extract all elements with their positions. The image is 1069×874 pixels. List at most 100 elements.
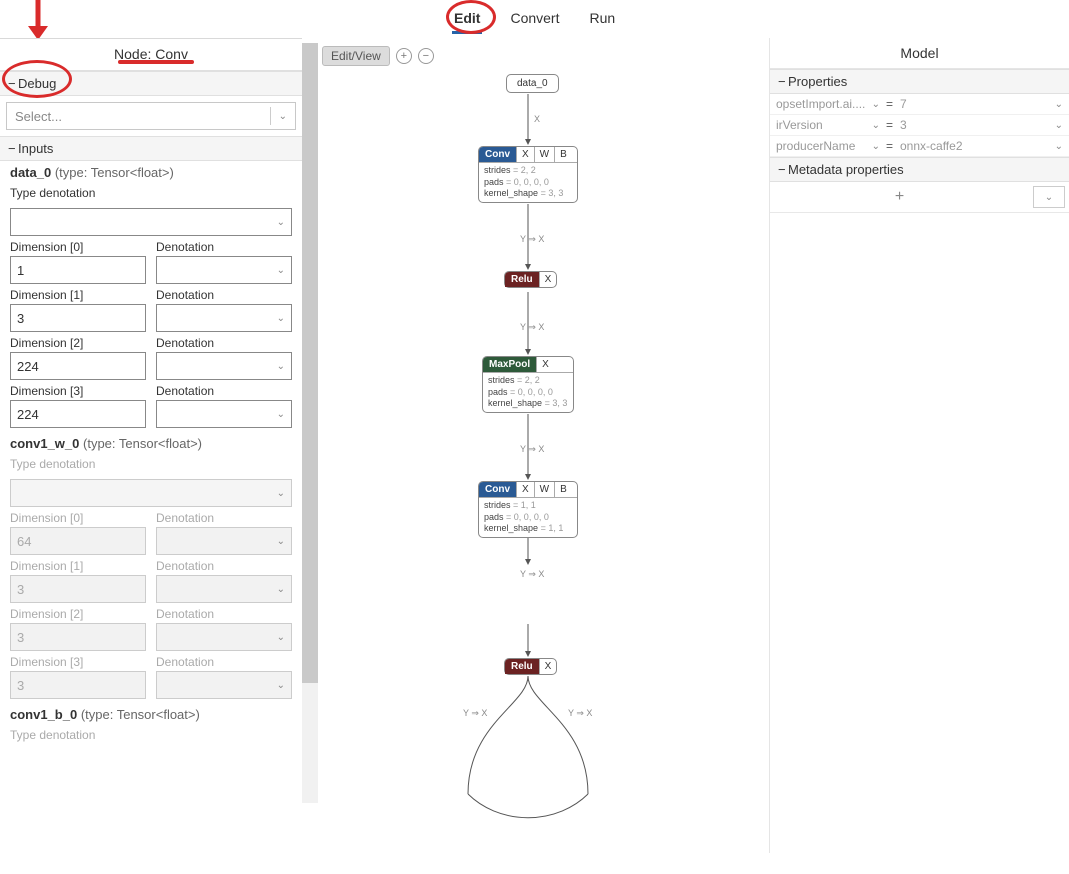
op-label: Relu <box>505 659 539 674</box>
properties-section[interactable]: −Properties <box>770 69 1069 94</box>
left-scrollbar-thumb[interactable] <box>302 43 318 683</box>
op-label: Conv <box>479 147 516 162</box>
w-denot1-label: Denotation <box>156 559 292 573</box>
graph-node-maxpool[interactable]: MaxPool X strides = 2, 2 pads = 0, 0, 0,… <box>482 356 574 413</box>
op-label: Relu <box>505 272 539 287</box>
w-dim3-input: 3 <box>10 671 146 699</box>
dim2-label: Dimension [2] <box>10 336 146 350</box>
chevron-down-icon: ⌄ <box>872 99 880 110</box>
w-dim2-label: Dimension [2] <box>10 607 146 621</box>
conv1b-type-denot-label: Type denotation <box>10 728 292 742</box>
left-panel: Node: Conv −Debug Select... ⌄ −Inputs da… <box>0 38 302 853</box>
denot1-select[interactable]: ⌄ <box>156 304 292 332</box>
inputs-section[interactable]: −Inputs <box>0 136 302 161</box>
op-label: MaxPool <box>483 357 536 372</box>
w-dim0-input: 64 <box>10 527 146 555</box>
dim1-input[interactable]: 3 <box>10 304 146 332</box>
port-x: X <box>539 272 557 287</box>
chevron-down-icon: ⌄ <box>277 488 285 499</box>
port-b: B <box>554 482 572 497</box>
w-denot3-select: ⌄ <box>156 671 292 699</box>
w-denot0-label: Denotation <box>156 511 292 525</box>
port-w: W <box>534 482 554 497</box>
debug-select[interactable]: Select... ⌄ <box>6 102 296 130</box>
w-dim1-input: 3 <box>10 575 146 603</box>
chevron-down-icon: ⌄ <box>872 120 880 131</box>
conv1w-type-denot-select: ⌄ <box>10 479 292 507</box>
prop-row[interactable]: producerName⌄ = onnx-caffe2⌄ <box>770 136 1069 157</box>
metadata-dropdown[interactable]: ⌄ <box>1033 186 1065 208</box>
chevron-down-icon: ⌄ <box>277 632 285 643</box>
right-panel: Model −Properties opsetImport.ai....⌄ = … <box>769 38 1069 853</box>
edge-label: Y ⇒ X <box>520 234 544 245</box>
chevron-down-icon: ⌄ <box>277 265 285 276</box>
graph-node-relu2[interactable]: Relu X <box>504 658 557 675</box>
port-x: X <box>516 482 534 497</box>
zoom-out-icon[interactable]: − <box>418 48 434 64</box>
port-b: B <box>554 147 572 162</box>
chevron-down-icon: ⌄ <box>277 409 285 420</box>
denot0-select[interactable]: ⌄ <box>156 256 292 284</box>
input-data0-name: data_0 <box>10 165 51 180</box>
edge-label: X <box>534 114 540 124</box>
tab-edit[interactable]: Edit <box>450 8 484 28</box>
chevron-down-icon: ⌄ <box>872 141 880 152</box>
prop-row[interactable]: opsetImport.ai....⌄ = 7⌄ <box>770 94 1069 115</box>
w-dim1-label: Dimension [1] <box>10 559 146 573</box>
add-metadata-button[interactable]: + <box>770 182 1029 212</box>
chevron-down-icon: ⌄ <box>277 361 285 372</box>
dim0-label: Dimension [0] <box>10 240 146 254</box>
input-conv1b-name: conv1_b_0 <box>10 707 77 722</box>
denot3-label: Denotation <box>156 384 292 398</box>
chevron-down-icon: ⌄ <box>277 217 285 228</box>
denot3-select[interactable]: ⌄ <box>156 400 292 428</box>
dim2-input[interactable]: 224 <box>10 352 146 380</box>
edge-label: Y ⇒ X <box>520 444 544 455</box>
chevron-down-icon: ⌄ <box>1055 141 1063 152</box>
denot2-label: Denotation <box>156 336 292 350</box>
dim0-input[interactable]: 1 <box>10 256 146 284</box>
edge-label: Y ⇒ X <box>568 708 592 719</box>
chevron-down-icon: ⌄ <box>277 536 285 547</box>
tab-run[interactable]: Run <box>585 8 619 28</box>
dim3-input[interactable]: 224 <box>10 400 146 428</box>
conv1w-type-denot-label: Type denotation <box>10 457 292 471</box>
w-denot2-label: Denotation <box>156 607 292 621</box>
chevron-down-icon: ⌄ <box>279 111 287 122</box>
editview-button[interactable]: Edit/View <box>322 46 390 66</box>
model-title: Model <box>770 38 1069 69</box>
type-denotation-label: Type denotation <box>10 186 292 200</box>
chevron-down-icon: ⌄ <box>277 313 285 324</box>
w-denot2-select: ⌄ <box>156 623 292 651</box>
w-dim3-label: Dimension [3] <box>10 655 146 669</box>
type-denotation-select[interactable]: ⌄ <box>10 208 292 236</box>
port-w: W <box>534 147 554 162</box>
graph-node-relu1[interactable]: Relu X <box>504 271 557 288</box>
input-data0-type: (type: Tensor<float>) <box>55 165 174 180</box>
denot0-label: Denotation <box>156 240 292 254</box>
dim1-label: Dimension [1] <box>10 288 146 302</box>
debug-section[interactable]: −Debug <box>0 71 302 96</box>
tab-convert[interactable]: Convert <box>506 8 563 28</box>
w-denot3-label: Denotation <box>156 655 292 669</box>
op-label: Conv <box>479 482 516 497</box>
input-conv1b-type: (type: Tensor<float>) <box>81 707 200 722</box>
graph-node-conv1[interactable]: Conv X W B strides = 2, 2 pads = 0, 0, 0… <box>478 146 578 203</box>
edge-label: Y ⇒ X <box>520 322 544 333</box>
denot2-select[interactable]: ⌄ <box>156 352 292 380</box>
node-title: Node: Conv <box>0 39 302 71</box>
zoom-in-icon[interactable]: + <box>396 48 412 64</box>
w-denot1-select: ⌄ <box>156 575 292 603</box>
graph-node-conv2[interactable]: Conv X W B strides = 1, 1 pads = 0, 0, 0… <box>478 481 578 538</box>
prop-row[interactable]: irVersion⌄ = 3⌄ <box>770 115 1069 136</box>
edge-label: Y ⇒ X <box>463 708 487 719</box>
graph-canvas[interactable]: Edit/View + − data_0 X <box>318 38 768 853</box>
chevron-down-icon: ⌄ <box>1055 99 1063 110</box>
w-dim0-label: Dimension [0] <box>10 511 146 525</box>
input-conv1w-type: (type: Tensor<float>) <box>83 436 202 451</box>
metadata-section[interactable]: −Metadata properties <box>770 157 1069 182</box>
port-x: X <box>536 357 554 372</box>
w-denot0-select: ⌄ <box>156 527 292 555</box>
port-x: X <box>539 659 557 674</box>
graph-input-node[interactable]: data_0 <box>506 74 559 93</box>
